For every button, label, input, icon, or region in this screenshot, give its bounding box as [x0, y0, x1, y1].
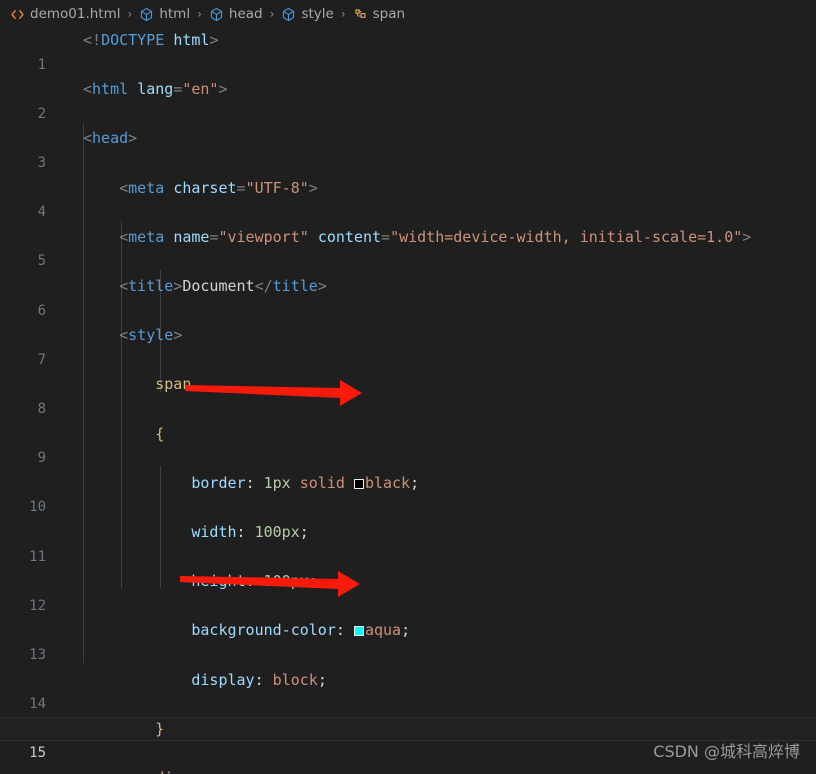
breadcrumb-label-head: head — [228, 6, 263, 22]
line-number: 8 — [37, 400, 46, 417]
line-number: 4 — [37, 204, 46, 221]
symbol-module-icon — [209, 7, 224, 22]
code-line[interactable]: 3 <head> — [0, 126, 816, 171]
breadcrumb-label-html: html — [159, 6, 191, 22]
breadcrumb-item-html[interactable]: html — [137, 6, 192, 22]
breadcrumb-item-head[interactable]: head — [207, 6, 265, 22]
line-number: 1 — [37, 56, 46, 73]
line-number: 11 — [29, 548, 46, 565]
breadcrumb-item-span[interactable]: span — [351, 6, 407, 22]
line-content: } — [155, 719, 165, 738]
code-line[interactable]: 6 <title>Document</title> — [0, 274, 816, 319]
line-number: 13 — [29, 646, 46, 663]
code-line[interactable]: 5 <meta name="viewport" content="width=d… — [0, 225, 816, 270]
line-content: span — [155, 375, 192, 394]
line-number: 9 — [37, 450, 46, 467]
code-line[interactable]: 11 width: 100px; — [0, 520, 816, 565]
code-line[interactable]: 12 height: 100px; — [0, 569, 816, 614]
code-editor[interactable]: 1 <!DOCTYPE html> 2 <html lang="en"> 3 <… — [0, 28, 816, 774]
html-file-icon — [10, 7, 25, 22]
line-content: <html lang="en"> — [83, 80, 228, 99]
line-content: <title>Document</title> — [119, 276, 327, 295]
line-content: display: block; — [191, 670, 327, 689]
breadcrumb-separator: › — [269, 7, 275, 21]
symbol-module-icon — [281, 7, 296, 22]
line-content: <head> — [83, 129, 138, 148]
line-number: 3 — [37, 154, 46, 171]
line-content: width: 100px; — [191, 522, 309, 541]
line-content: background-color: aqua; — [191, 621, 411, 640]
code-line[interactable]: 4 <meta charset="UTF-8"> — [0, 176, 816, 221]
code-line[interactable]: 2 <html lang="en"> — [0, 77, 816, 122]
line-number: 10 — [29, 499, 46, 516]
line-number: 5 — [37, 253, 46, 270]
color-swatch-black — [353, 478, 364, 489]
breadcrumb-separator: › — [340, 7, 346, 21]
breadcrumb-item-style[interactable]: style — [279, 6, 335, 22]
color-swatch-aqua — [353, 626, 364, 637]
breadcrumb-label-file: demo01.html — [30, 6, 121, 22]
line-content: <style> — [119, 326, 183, 345]
line-number: 7 — [37, 351, 46, 368]
breadcrumb-label-style: style — [301, 6, 334, 22]
code-line[interactable]: 10 border: 1px solid black; — [0, 471, 816, 516]
line-number: 12 — [29, 597, 46, 614]
line-number: 2 — [37, 105, 46, 122]
code-line[interactable]: 9 { — [0, 422, 816, 467]
code-line[interactable]: 8 span — [0, 372, 816, 417]
breadcrumb-item-file[interactable]: demo01.html — [8, 6, 123, 22]
breadcrumb-label-span: span — [372, 6, 406, 22]
line-number: 15 — [29, 745, 46, 762]
line-content: height: 100px; — [191, 572, 318, 591]
line-content: { — [155, 424, 165, 443]
csdn-watermark: CSDN @城科高焠博 — [653, 742, 800, 761]
breadcrumb-separator: › — [127, 7, 133, 21]
code-line[interactable]: 1 <!DOCTYPE html> — [0, 28, 816, 73]
code-line[interactable]: 7 <style> — [0, 323, 816, 368]
code-line[interactable]: 13 background-color: aqua; — [0, 618, 816, 663]
line-content: border: 1px solid black; — [191, 473, 420, 492]
line-number: 6 — [37, 302, 46, 319]
breadcrumb: demo01.html › html › head › style › span — [0, 0, 816, 28]
line-content: div — [83, 766, 182, 774]
line-content: <meta name="viewport" content="width=dev… — [119, 227, 752, 246]
symbol-module-icon — [139, 7, 154, 22]
code-line[interactable]: 16 div — [0, 766, 816, 774]
code-line[interactable]: 14 display: block; — [0, 668, 816, 713]
symbol-css-selector-icon — [353, 7, 368, 22]
line-content: <meta charset="UTF-8"> — [119, 178, 318, 197]
line-number: 14 — [29, 696, 46, 713]
line-content: <!DOCTYPE html> — [83, 31, 219, 49]
breadcrumb-separator: › — [197, 7, 202, 21]
